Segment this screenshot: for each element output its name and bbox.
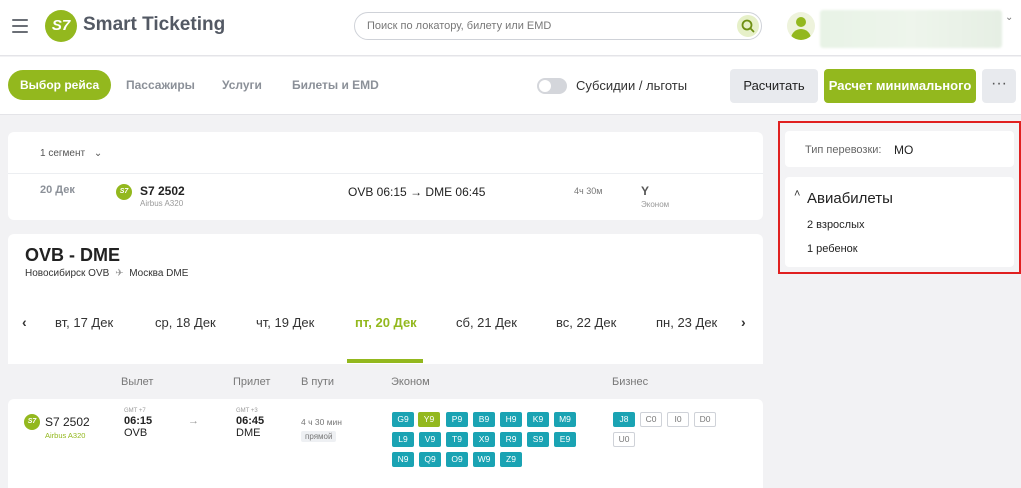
column-arrival: Прилет [233, 376, 271, 388]
search-icon[interactable] [737, 15, 759, 37]
column-departure: Вылет [121, 376, 154, 388]
flight-aircraft: Airbus A320 [45, 431, 86, 440]
fare-class-button-unavailable: C0 [640, 412, 662, 427]
tab-services[interactable]: Услуги [222, 70, 262, 100]
children-count: 1 ребенок [807, 243, 858, 255]
calculate-button[interactable]: Расчитать [730, 69, 818, 103]
tab-flight-selection[interactable]: Выбор рейса [8, 70, 112, 100]
tab-tickets-emd[interactable]: Билеты и EMD [292, 70, 379, 100]
chevron-down-icon: ⌄ [93, 148, 103, 159]
fare-class-button[interactable]: W9 [473, 452, 495, 467]
air-tickets-title[interactable]: Авиабилеты [807, 190, 893, 207]
chevron-right-icon[interactable]: › [741, 314, 746, 330]
flight-duration: 4 ч 30 мин [301, 417, 342, 427]
arrow-right-icon: → [410, 185, 426, 199]
date-tab[interactable]: вс, 22 Дек [556, 315, 616, 330]
segment-aircraft: Airbus A320 [140, 199, 184, 208]
date-selector: ‹ вт, 17 Дек ср, 18 Дек чт, 19 Дек пт, 2… [8, 292, 763, 364]
arrival-time: 06:45 [236, 415, 265, 427]
segment-class-code: Y [641, 184, 650, 198]
route-title: OVB - DME [25, 245, 121, 265]
menu-icon[interactable] [12, 19, 28, 33]
fare-class-button[interactable]: O9 [446, 452, 468, 467]
selected-date-indicator [347, 359, 423, 363]
fare-class-button[interactable]: K9 [527, 412, 549, 427]
app-title: Smart Ticketing [83, 14, 226, 35]
arrival-airport: DME [236, 427, 261, 439]
fare-class-button[interactable]: R9 [500, 432, 522, 447]
s7-logo: S7 [45, 10, 77, 42]
flight-row[interactable]: S7 S7 2502 Airbus A320 GMT +7 06:15 OVB … [8, 399, 763, 488]
fare-class-button-unavailable: U0 [613, 432, 635, 447]
segment-flight-number: S7 2502 [140, 184, 185, 198]
user-name-blurred[interactable] [820, 10, 1002, 48]
route-cities: Новосибирск OVB ✈ Москва DME [25, 268, 189, 279]
chevron-down-icon[interactable]: ⌄ [1005, 12, 1013, 23]
fare-class-button-unavailable: D0 [694, 412, 716, 427]
search-input[interactable]: Поиск по локатору, билету или EMD [354, 12, 762, 40]
fare-class-button-unavailable: I0 [667, 412, 689, 427]
transport-type-card: Тип перевозки: МО [785, 131, 1014, 167]
transport-type-label: Тип перевозки: [805, 144, 882, 156]
arrow-right-icon: → [188, 415, 199, 427]
segment-route: OVB 06:15 → DME 06:45 [348, 185, 486, 199]
date-tab[interactable]: сб, 21 Дек [456, 315, 517, 330]
fare-class-button[interactable]: T9 [446, 432, 468, 447]
segment-class-name: Эконом [641, 200, 670, 209]
segment-date: 20 Дек [40, 184, 75, 196]
airplane-icon: ✈ [115, 268, 124, 279]
fare-class-button[interactable]: S9 [527, 432, 549, 447]
fare-class-button[interactable]: L9 [392, 432, 414, 447]
fare-class-button[interactable]: Q9 [419, 452, 441, 467]
more-icon[interactable]: ··· [982, 69, 1016, 103]
toolbar: Выбор рейса Пассажиры Услуги Билеты и EM… [0, 57, 1021, 115]
divider [8, 173, 763, 174]
fare-class-button[interactable]: V9 [419, 432, 441, 447]
date-tab[interactable]: чт, 19 Дек [256, 315, 314, 330]
column-business: Бизнес [612, 376, 649, 388]
adults-count: 2 взрослых [807, 219, 865, 231]
fare-class-button-selected[interactable]: Y9 [418, 412, 440, 427]
calculate-minimum-button[interactable]: Расчет минимального [824, 69, 976, 103]
fare-class-button[interactable]: P9 [446, 412, 468, 427]
tab-passengers[interactable]: Пассажиры [126, 70, 195, 100]
departure-airport: OVB [124, 427, 148, 439]
flight-number: S7 2502 [45, 415, 90, 429]
s7-airline-icon: S7 [24, 414, 40, 430]
fare-class-button[interactable]: B9 [473, 412, 495, 427]
fare-class-button[interactable]: M9 [554, 412, 576, 427]
fare-class-button[interactable]: J8 [613, 412, 635, 427]
subsidy-toggle[interactable] [537, 78, 567, 94]
fare-class-button[interactable]: G9 [392, 412, 414, 427]
subsidy-label: Субсидии / льготы [576, 78, 688, 93]
date-tab[interactable]: пн, 23 Дек [656, 315, 717, 330]
segment-count-dropdown[interactable]: 1 сегмент ⌄ [40, 148, 102, 159]
s7-airline-icon: S7 [116, 184, 132, 200]
column-economy: Эконом [391, 376, 430, 388]
segment-card: 1 сегмент ⌄ 20 Дек S7 S7 2502 Airbus A32… [8, 132, 763, 220]
segment-duration: 4ч 30м [574, 186, 603, 196]
transport-type-value: МО [894, 143, 914, 157]
search-placeholder: Поиск по локатору, билету или EMD [367, 20, 552, 32]
date-tab[interactable]: вт, 17 Дек [55, 315, 113, 330]
chevron-left-icon[interactable]: ‹ [22, 314, 27, 330]
user-avatar-icon[interactable] [787, 12, 815, 40]
direct-badge: прямой [301, 431, 337, 442]
fare-class-button[interactable]: H9 [500, 412, 522, 427]
air-tickets-card: ˄ Авиабилеты 2 взрослых 1 ребенок [785, 177, 1014, 267]
date-tab[interactable]: ср, 18 Дек [155, 315, 216, 330]
fare-class-button[interactable]: N9 [392, 452, 414, 467]
fare-class-button[interactable]: Z9 [500, 452, 522, 467]
departure-timezone: GMT +7 [124, 408, 146, 414]
fare-class-button[interactable]: X9 [473, 432, 495, 447]
booking-summary-panel: Тип перевозки: МО ˄ Авиабилеты 2 взрослы… [778, 121, 1021, 274]
arrival-timezone: GMT +3 [236, 408, 258, 414]
date-tab-selected[interactable]: пт, 20 Дек [355, 315, 417, 330]
fare-class-button[interactable]: E9 [554, 432, 576, 447]
departure-time: 06:15 [124, 415, 153, 427]
app-header: S7 Smart Ticketing Поиск по локатору, би… [0, 0, 1021, 56]
chevron-up-icon[interactable]: ˄ [794, 188, 800, 200]
column-in-transit: В пути [301, 376, 335, 388]
